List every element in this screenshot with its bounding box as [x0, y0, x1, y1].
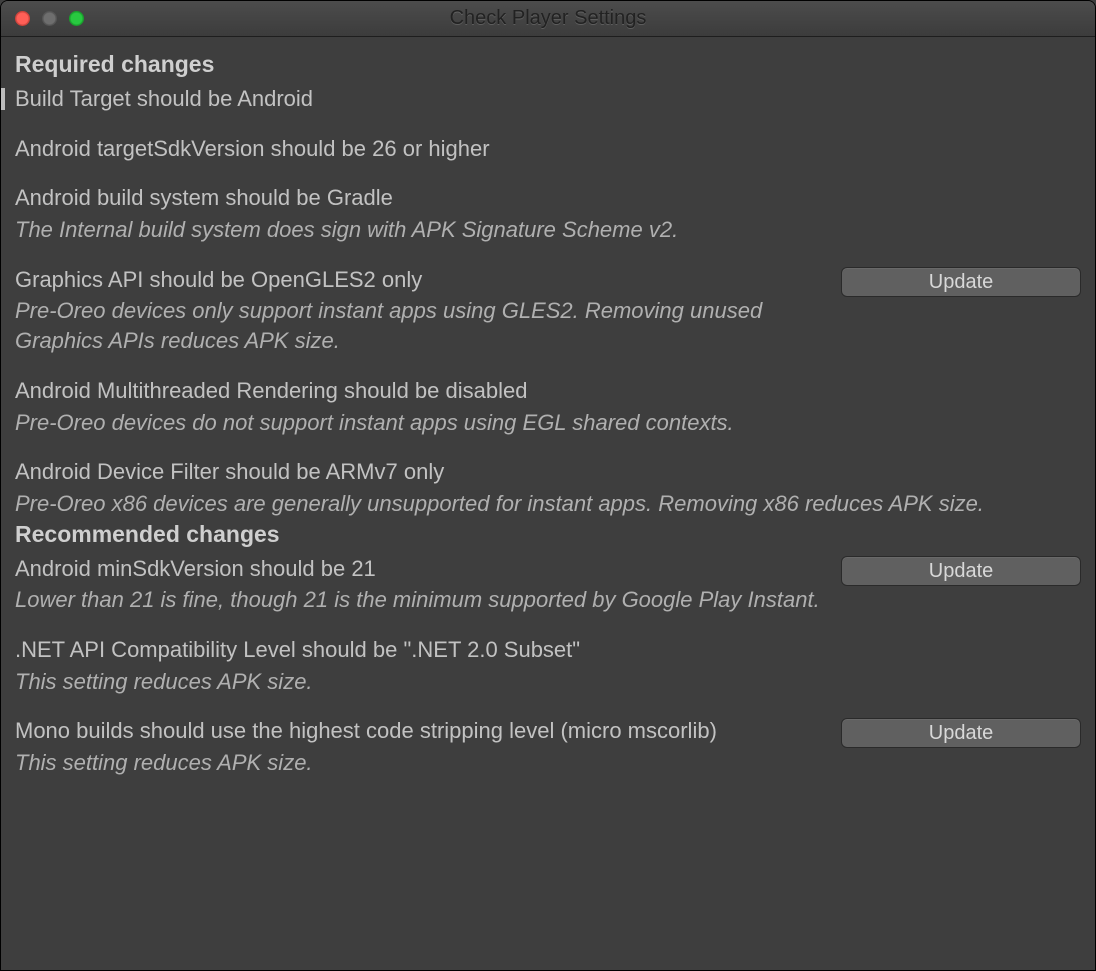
title-bar: Check Player Settings	[1, 1, 1095, 37]
update-button[interactable]: Update	[841, 718, 1081, 748]
recommended-changes-header: Recommended changes	[15, 519, 1081, 550]
item-note: Pre-Oreo devices do not support instant …	[15, 408, 1081, 438]
required-build-target-item: Build Target should be Android	[15, 82, 1081, 114]
required-build-system-item: Android build system should be Gradle Th…	[15, 181, 1081, 244]
item-title: Android Multithreaded Rendering should b…	[15, 376, 1081, 406]
item-note: The Internal build system does sign with…	[15, 215, 1081, 245]
item-note: This setting reduces APK size.	[15, 748, 827, 778]
required-mt-rendering-item: Android Multithreaded Rendering should b…	[15, 374, 1081, 437]
window-title: Check Player Settings	[1, 5, 1095, 32]
window-frame: Check Player Settings Required changes B…	[0, 0, 1096, 971]
item-note: Lower than 21 is fine, though 21 is the …	[15, 585, 827, 615]
recommended-mono-stripping-item: Mono builds should use the highest code …	[15, 714, 1081, 777]
required-graphics-api-item: Graphics API should be OpenGLES2 only Pr…	[15, 263, 1081, 356]
required-changes-header: Required changes	[15, 49, 1081, 80]
recommended-min-sdk-item: Android minSdkVersion should be 21 Lower…	[15, 552, 1081, 615]
item-title: Android Device Filter should be ARMv7 on…	[15, 457, 1081, 487]
recommended-net-api-item: .NET API Compatibility Level should be "…	[15, 633, 1081, 696]
item-title: .NET API Compatibility Level should be "…	[15, 635, 1081, 665]
item-note: Pre-Oreo devices only support instant ap…	[15, 296, 827, 355]
item-title: Android build system should be Gradle	[15, 183, 1081, 213]
required-device-filter-item: Android Device Filter should be ARMv7 on…	[15, 455, 1081, 518]
item-note: Pre-Oreo x86 devices are generally unsup…	[15, 489, 1081, 519]
item-title: Android minSdkVersion should be 21	[15, 554, 827, 584]
update-button[interactable]: Update	[841, 267, 1081, 297]
item-title: Mono builds should use the highest code …	[15, 716, 827, 746]
item-title: Android targetSdkVersion should be 26 or…	[15, 134, 1081, 164]
required-target-sdk-item: Android targetSdkVersion should be 26 or…	[15, 132, 1081, 164]
item-note: This setting reduces APK size.	[15, 667, 1081, 697]
content-area: Required changes Build Target should be …	[1, 37, 1095, 796]
item-title: Graphics API should be OpenGLES2 only	[15, 265, 827, 295]
update-button[interactable]: Update	[841, 556, 1081, 586]
item-title: Build Target should be Android	[15, 84, 1081, 114]
